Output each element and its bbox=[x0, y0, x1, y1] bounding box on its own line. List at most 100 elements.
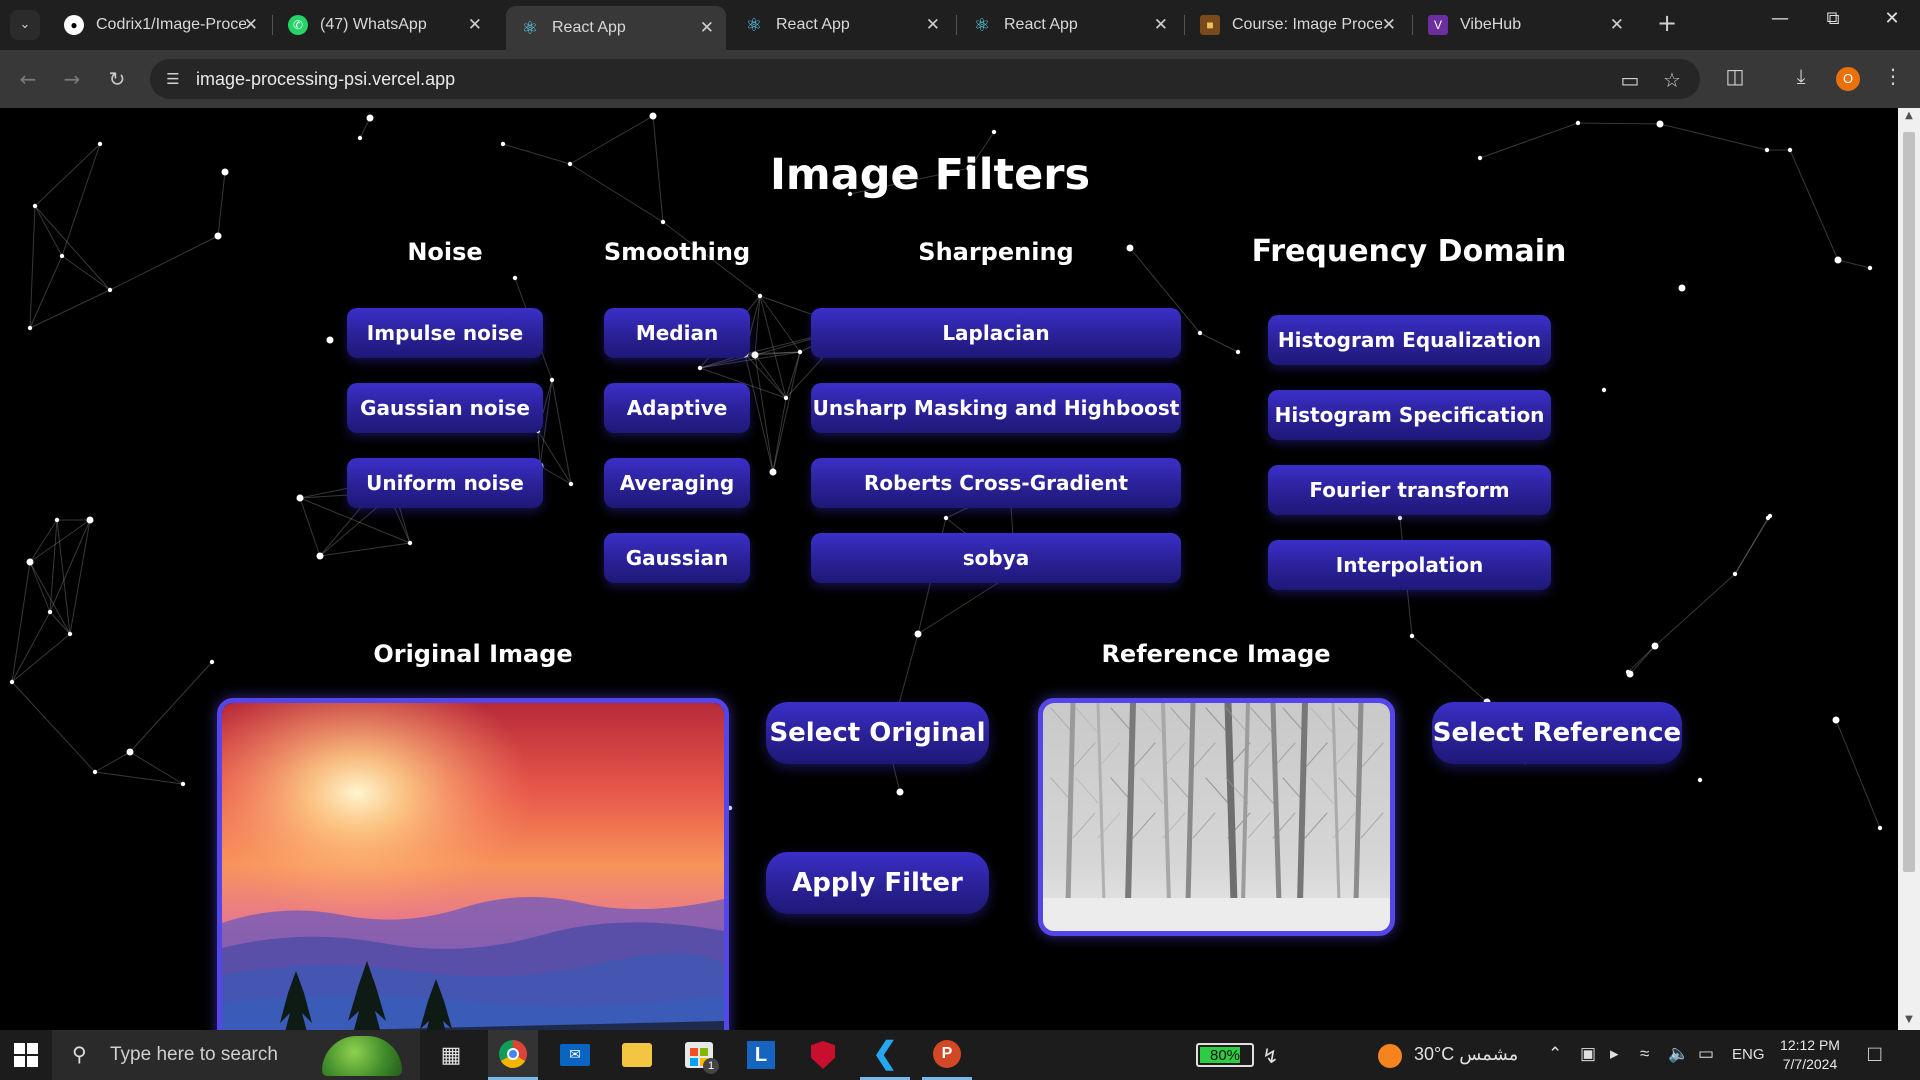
new-tab-button[interactable]: + bbox=[1652, 9, 1682, 37]
unsharp-masking-button[interactable]: Unsharp Masking and Highboost bbox=[811, 383, 1181, 433]
tab-react-app-2[interactable]: ⚛ React App ✕ bbox=[730, 6, 952, 44]
original-image-frame bbox=[217, 698, 729, 1030]
frequency-domain-heading: Frequency Domain bbox=[1251, 234, 1567, 269]
laplacian-button[interactable]: Laplacian bbox=[811, 308, 1181, 358]
lockdown-taskbar-icon[interactable]: L bbox=[736, 1030, 786, 1080]
tray-chevron-icon[interactable]: ⌃ bbox=[1548, 1044, 1562, 1064]
clock-date: 7/7/2024 bbox=[1782, 1056, 1838, 1072]
close-icon[interactable]: ✕ bbox=[468, 15, 482, 35]
adaptive-button[interactable]: Adaptive bbox=[604, 383, 750, 433]
impulse-noise-button[interactable]: Impulse noise bbox=[347, 308, 543, 358]
median-button[interactable]: Median bbox=[604, 308, 750, 358]
tray-camera-icon[interactable]: ▸ bbox=[1610, 1044, 1619, 1064]
sharpening-heading: Sharpening bbox=[918, 238, 1074, 266]
weather-sun-icon[interactable] bbox=[1378, 1044, 1402, 1068]
sobya-button[interactable]: sobya bbox=[811, 533, 1181, 583]
windows-start-icon[interactable] bbox=[14, 1043, 38, 1067]
page-title: Image Filters bbox=[769, 150, 1091, 200]
tab-vibehub[interactable]: V VibeHub ✕ bbox=[1414, 6, 1636, 44]
gaussian-smoothing-button[interactable]: Gaussian bbox=[604, 533, 750, 583]
powerpoint-taskbar-icon[interactable]: P bbox=[922, 1030, 972, 1080]
install-app-icon[interactable]: ▭ bbox=[1617, 68, 1643, 92]
original-image-label: Original Image bbox=[373, 640, 573, 668]
close-icon[interactable]: ✕ bbox=[1154, 15, 1168, 35]
address-bar[interactable]: ☰ image-processing-psi.vercel.app ▭ ☆ bbox=[150, 59, 1700, 99]
tray-app-icon[interactable]: ▣ bbox=[1580, 1044, 1596, 1064]
store-taskbar-icon[interactable]: 1 bbox=[674, 1030, 724, 1080]
page-viewport: Image Filters Noise Impulse noise Gaussi… bbox=[0, 108, 1920, 1030]
tab-title: (47) WhatsApp bbox=[320, 16, 427, 33]
system-clock[interactable]: 12:12 PM 7/7/2024 bbox=[1770, 1036, 1850, 1074]
downloads-icon[interactable]: ⤓ bbox=[1786, 64, 1816, 88]
file-explorer-taskbar-icon[interactable] bbox=[612, 1030, 662, 1080]
battery-percent: 80% bbox=[1209, 1047, 1241, 1064]
scroll-down-arrow-icon[interactable]: ▼ bbox=[1898, 1014, 1920, 1025]
menu-kebab-icon[interactable]: ⋮ bbox=[1878, 64, 1908, 88]
interpolation-button[interactable]: Interpolation bbox=[1268, 540, 1551, 590]
select-original-button[interactable]: Select Original bbox=[766, 702, 989, 764]
scroll-up-arrow-icon[interactable]: ▲ bbox=[1898, 110, 1920, 121]
original-image-sunset bbox=[222, 703, 724, 1030]
restore-icon[interactable]: ⧉ bbox=[1813, 8, 1853, 29]
tab-course[interactable]: ■ Course: Image Proce ✕ bbox=[1186, 6, 1408, 44]
histogram-equalization-button[interactable]: Histogram Equalization bbox=[1268, 315, 1551, 365]
mcafee-taskbar-icon[interactable] bbox=[798, 1030, 848, 1080]
language-indicator[interactable]: ENG bbox=[1732, 1046, 1765, 1063]
tab-title: React App bbox=[776, 16, 850, 33]
select-reference-button[interactable]: Select Reference bbox=[1432, 702, 1682, 764]
battery-tray-icon[interactable]: ▭ bbox=[1698, 1044, 1714, 1064]
volume-icon[interactable]: 🔈 bbox=[1668, 1044, 1689, 1064]
scrollbar-thumb[interactable] bbox=[1903, 132, 1915, 872]
extensions-icon[interactable]: ◫ bbox=[1720, 64, 1750, 88]
close-icon[interactable]: ✕ bbox=[926, 15, 940, 35]
reference-image-label: Reference Image bbox=[1101, 640, 1331, 668]
tab-separator bbox=[1412, 15, 1413, 35]
vscode-taskbar-icon[interactable]: ❮ bbox=[860, 1030, 910, 1080]
mail-taskbar-icon[interactable]: ✉ bbox=[550, 1030, 600, 1080]
search-highlight-icon bbox=[322, 1036, 402, 1076]
uniform-noise-button[interactable]: Uniform noise bbox=[347, 458, 543, 508]
chrome-taskbar-icon[interactable] bbox=[488, 1030, 538, 1080]
close-icon[interactable]: ✕ bbox=[1610, 15, 1624, 35]
task-view-icon[interactable]: ▦ bbox=[426, 1030, 476, 1080]
taskbar-search-box[interactable]: ⚲ Type here to search bbox=[52, 1030, 420, 1080]
browser-toolbar: ← → ↻ ☰ image-processing-psi.vercel.app … bbox=[0, 50, 1920, 108]
apply-filter-button[interactable]: Apply Filter bbox=[766, 852, 989, 914]
reload-icon[interactable]: ↻ bbox=[102, 64, 132, 94]
search-placeholder: Type here to search bbox=[110, 1044, 278, 1065]
bookmark-star-icon[interactable]: ☆ bbox=[1659, 68, 1685, 92]
close-icon[interactable]: ✕ bbox=[244, 15, 258, 35]
tab-search-menu-button[interactable]: ⌄ bbox=[10, 10, 40, 40]
windows-taskbar: ⚲ Type here to search ▦ ✉ 1 L ❮ P 80% ↯ … bbox=[0, 1030, 1920, 1080]
histogram-specification-button[interactable]: Histogram Specification bbox=[1268, 390, 1551, 440]
tab-separator bbox=[1184, 15, 1185, 35]
tab-github[interactable]: ● Codrix1/Image-Proce ✕ bbox=[50, 6, 270, 44]
tab-whatsapp[interactable]: ✆ (47) WhatsApp ✕ bbox=[274, 6, 494, 44]
minimize-icon[interactable]: — bbox=[1760, 8, 1800, 29]
battery-indicator[interactable]: 80% bbox=[1196, 1043, 1254, 1067]
weather-text[interactable]: 30°C مشمس bbox=[1414, 1044, 1518, 1065]
back-arrow-icon[interactable]: ← bbox=[13, 64, 43, 94]
page-scrollbar[interactable]: ▲ ▼ bbox=[1898, 108, 1920, 1030]
close-icon[interactable]: ✕ bbox=[1382, 15, 1396, 35]
tab-title: Course: Image Proce bbox=[1232, 16, 1382, 33]
tab-title: VibeHub bbox=[1460, 16, 1522, 33]
wifi-icon[interactable]: ≈ bbox=[1640, 1044, 1649, 1064]
tab-react-app-active[interactable]: ⚛ React App ✕ bbox=[506, 6, 726, 50]
github-icon: ● bbox=[64, 15, 84, 35]
course-icon: ■ bbox=[1200, 15, 1220, 35]
notifications-icon[interactable]: □ bbox=[1868, 1041, 1881, 1067]
averaging-button[interactable]: Averaging bbox=[604, 458, 750, 508]
tab-react-app-3[interactable]: ⚛ React App ✕ bbox=[958, 6, 1180, 44]
url-text[interactable]: image-processing-psi.vercel.app bbox=[196, 69, 455, 90]
close-icon[interactable]: ✕ bbox=[700, 18, 714, 38]
site-settings-icon[interactable]: ☰ bbox=[162, 68, 184, 90]
roberts-cross-gradient-button[interactable]: Roberts Cross-Gradient bbox=[811, 458, 1181, 508]
profile-avatar[interactable]: O bbox=[1836, 67, 1860, 91]
reference-image-frame bbox=[1038, 698, 1395, 936]
gaussian-noise-button[interactable]: Gaussian noise bbox=[347, 383, 543, 433]
forward-arrow-icon[interactable]: → bbox=[57, 64, 87, 94]
window-close-icon[interactable]: ✕ bbox=[1872, 8, 1912, 29]
tab-separator bbox=[956, 15, 957, 35]
fourier-transform-button[interactable]: Fourier transform bbox=[1268, 465, 1551, 515]
